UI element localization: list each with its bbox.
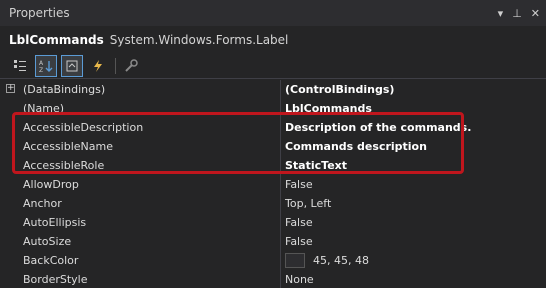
property-row[interactable]: AutoSize False [0,232,546,251]
property-row[interactable]: AllowDrop False [0,175,546,194]
property-row[interactable]: + (DataBindings) (ControlBindings) [0,80,546,99]
property-value[interactable]: None [281,270,314,288]
property-value-text: False [285,216,313,229]
row-gutter [0,213,17,232]
property-name: AutoSize [17,232,281,251]
properties-toolbar: AZ [0,53,546,79]
row-gutter [0,175,17,194]
accessibility-highlight-box [12,112,464,174]
row-gutter [0,270,17,288]
row-gutter [0,232,17,251]
property-value[interactable]: Top, Left [281,194,331,213]
property-value[interactable]: False [281,175,313,194]
property-value-text: None [285,273,314,286]
categorized-icon[interactable] [9,55,31,77]
svg-text:A: A [39,60,44,67]
property-row[interactable]: BorderStyle None [0,270,546,288]
row-gutter: + [0,80,17,99]
property-row[interactable]: BackColor 45, 45, 48 [0,251,546,270]
properties-title-bar: Properties ▾ ⊥ ✕ [0,0,546,26]
property-name: AutoEllipsis [17,213,281,232]
property-name: (DataBindings) [17,80,281,99]
property-name: BorderStyle [17,270,281,288]
pin-icon[interactable]: ⊥ [512,7,522,20]
object-selector[interactable]: LblCommands System.Windows.Forms.Label [0,30,546,50]
property-row[interactable]: Anchor Top, Left [0,194,546,213]
row-gutter [0,251,17,270]
property-name: AllowDrop [17,175,281,194]
toolbar-separator [115,57,116,74]
property-value[interactable]: False [281,232,313,251]
property-value-text: (ControlBindings) [285,83,395,96]
property-value-text: False [285,178,313,191]
object-name: LblCommands [9,33,104,47]
property-row[interactable]: AutoEllipsis False [0,213,546,232]
property-value[interactable]: (ControlBindings) [281,80,394,99]
property-value-text: Top, Left [285,197,332,210]
dropdown-arrow-icon[interactable]: ▾ [498,7,504,20]
window-title: Properties [9,6,70,20]
property-name: BackColor [17,251,281,270]
property-pages-icon[interactable] [120,55,142,77]
property-value[interactable]: 45, 45, 48 [281,251,369,270]
object-type: System.Windows.Forms.Label [109,33,289,47]
row-gutter [0,194,17,213]
expand-icon[interactable]: + [6,84,15,93]
window-controls: ▾ ⊥ ✕ [498,0,540,26]
color-swatch [285,253,305,268]
property-name: Anchor [17,194,281,213]
alphabetical-icon[interactable]: AZ [35,54,57,77]
property-value-text: 45, 45, 48 [313,254,369,267]
properties-icon[interactable] [61,54,83,77]
svg-text:Z: Z [39,67,43,73]
close-icon[interactable]: ✕ [531,7,540,20]
events-icon[interactable] [87,55,109,77]
property-value-text: False [285,235,313,248]
property-value[interactable]: False [281,213,313,232]
